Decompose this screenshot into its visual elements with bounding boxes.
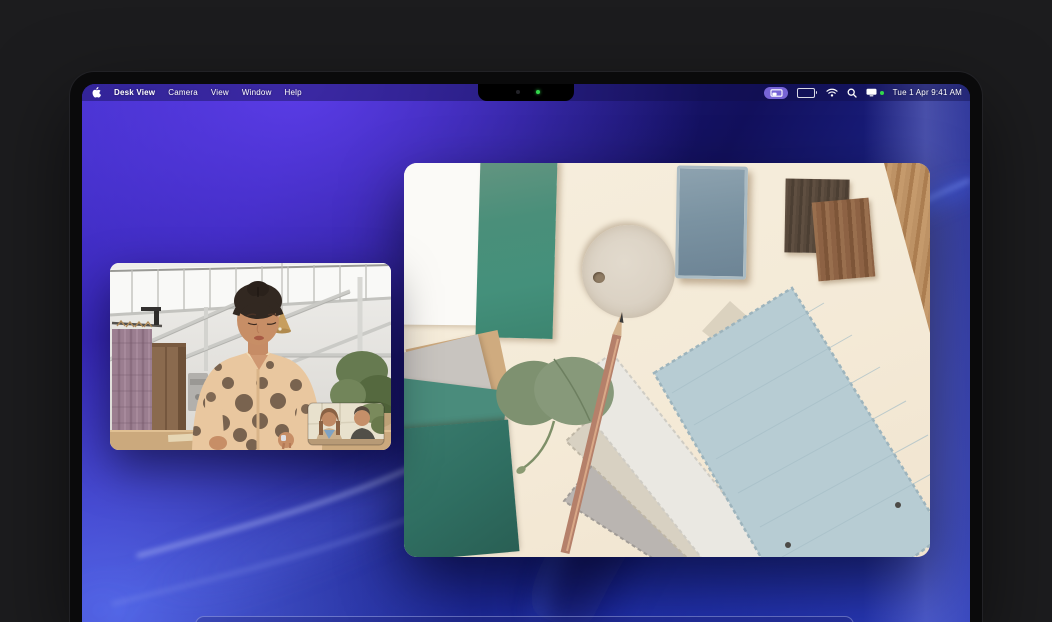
white-paper-sample	[404, 163, 484, 325]
spotlight-search-icon[interactable]	[847, 88, 857, 98]
wifi-icon[interactable]	[826, 88, 838, 97]
apple-menu[interactable]	[92, 87, 101, 98]
desk-view-window[interactable]	[404, 163, 930, 557]
magnifier-glyph	[847, 88, 857, 98]
cream-swatch-hint	[702, 301, 748, 347]
pip-self-view[interactable]	[308, 403, 391, 445]
camera-notch	[478, 84, 574, 101]
wifi-glyph	[826, 88, 838, 97]
macbook-display: Desk View Camera View Window Help	[70, 72, 982, 622]
facetime-video-feed	[110, 263, 391, 450]
fabric-swatch-fan	[564, 288, 930, 557]
menu-camera[interactable]: Camera	[168, 88, 198, 97]
felt-disc-sample	[582, 225, 675, 318]
background-window-edge[interactable]	[195, 616, 854, 622]
menu-bar-status: Tue 1 Apr 9:41 AM	[764, 87, 962, 99]
menu-view[interactable]: View	[211, 88, 229, 97]
pencil	[561, 312, 624, 554]
screen: Desk View Camera View Window Help	[82, 84, 970, 622]
brown-wood-sample	[812, 198, 876, 282]
fabric-button-dot	[785, 542, 791, 548]
camera-lens	[516, 90, 520, 94]
battery-icon[interactable]	[797, 88, 817, 98]
menu-help[interactable]: Help	[285, 88, 302, 97]
camera-indicator-light	[536, 90, 540, 94]
menu-app-name[interactable]: Desk View	[114, 88, 155, 97]
shared-screen-icon	[770, 89, 783, 97]
screen-sharing-indicator-icon[interactable]	[764, 87, 788, 99]
camera-active-dot	[880, 91, 884, 95]
display-glyph	[866, 88, 877, 97]
display-camera-active-icon[interactable]	[866, 88, 884, 97]
menu-window[interactable]: Window	[242, 88, 272, 97]
blue-fabric-swatch	[654, 288, 930, 557]
facetime-call-window[interactable]	[110, 263, 391, 450]
apple-logo-icon	[92, 87, 101, 98]
marketing-canvas: { "menu_bar": { "menus": [ {"label": "De…	[0, 0, 1052, 622]
felt-disc-hole	[593, 272, 605, 283]
teal-square-dark	[404, 420, 520, 557]
teal-tile-sample	[475, 163, 557, 339]
menu-bar-clock[interactable]: Tue 1 Apr 9:41 AM	[893, 88, 962, 97]
fabric-button-dot	[895, 502, 901, 508]
bluegray-tile-sample	[675, 165, 748, 279]
menu-bar-left: Desk View Camera View Window Help	[92, 87, 302, 98]
